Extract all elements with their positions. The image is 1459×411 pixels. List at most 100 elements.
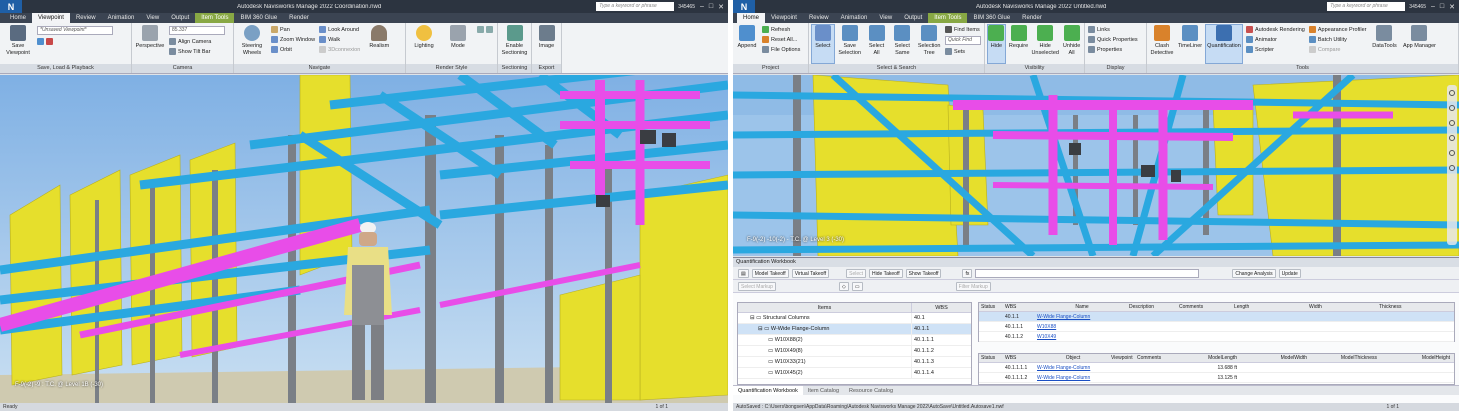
item-row[interactable]: 40.1.1.1 W10X88	[979, 322, 1454, 332]
properties-button[interactable]: Properties	[1088, 46, 1138, 53]
formula-input[interactable]	[975, 268, 1200, 278]
play-icon[interactable]	[37, 38, 44, 45]
autodesk-rendering-button[interactable]: Autodesk Rendering	[1246, 26, 1305, 33]
user-name[interactable]: 345465	[1409, 4, 1426, 10]
compare-button[interactable]: Compare	[1308, 46, 1367, 53]
walk-icon[interactable]	[1449, 165, 1455, 171]
quantification-button[interactable]: Quantification	[1205, 24, 1243, 64]
perspective-button[interactable]: Perspective	[135, 25, 165, 63]
unhide-all-button[interactable]: Unhide All	[1062, 25, 1081, 63]
tab-viewpoint[interactable]: Viewpoint	[32, 13, 70, 23]
close-icon[interactable]: ✕	[718, 3, 724, 11]
align-camera-button[interactable]: Align Camera	[169, 38, 225, 45]
navigation-bar[interactable]	[1447, 85, 1457, 245]
item-row[interactable]: 40.1.1.2 W10X49	[979, 332, 1454, 342]
markup-tool-icon[interactable]: ◇	[838, 281, 849, 291]
mode-button[interactable]: Mode	[443, 25, 473, 63]
animator-button[interactable]: Animator	[1246, 36, 1305, 43]
tab-home[interactable]: Home	[4, 13, 32, 23]
tab-item-catalog[interactable]: Item Catalog	[803, 386, 844, 395]
3d-viewport[interactable]: F-9(-2) -9 : T.C. @ Level 1B (-30)	[0, 75, 728, 403]
selection-tree-button[interactable]: Selection Tree	[917, 25, 941, 63]
hide-unselected-button[interactable]: Hide Unselected	[1031, 25, 1059, 63]
tab-home[interactable]: Home	[737, 13, 766, 23]
tab-item-tools[interactable]: Item Tools	[195, 13, 235, 23]
3d-viewport[interactable]: F-9(-2) -10(-2) - T.C. @ Level 3 (-30)	[733, 75, 1459, 256]
search-input[interactable]: Type a keyword or phrase	[1327, 2, 1406, 11]
tree-row[interactable]: ▭ W10X45(2) 40.1.1.4	[738, 368, 971, 379]
refresh-button[interactable]: Refresh	[762, 26, 800, 33]
tree-row[interactable]: ⊟ ▭ W-Wide Flange-Column 40.1.1	[738, 324, 971, 335]
render-style-icon[interactable]	[486, 26, 493, 33]
enable-sectioning-button[interactable]: Enable Sectioning	[501, 25, 528, 63]
quick-find-input[interactable]: Quick Find	[945, 36, 982, 45]
clash-detective-button[interactable]: Clash Detective	[1150, 25, 1174, 63]
tab-render[interactable]: Render	[283, 13, 315, 23]
steering-wheel-icon[interactable]	[1449, 90, 1455, 96]
select-same-button[interactable]: Select Same	[891, 25, 913, 63]
tab-output[interactable]: Output	[165, 13, 195, 23]
object-row[interactable]: 40.1.1.1.1 W-Wide Flange-Column 13.688 ft	[979, 363, 1454, 373]
tab-bim360[interactable]: BIM 360 Glue	[967, 13, 1016, 23]
quick-properties-button[interactable]: Quick Properties	[1088, 36, 1138, 43]
reset-all-button[interactable]: Reset All...	[762, 36, 800, 43]
app-logo-icon[interactable]: N	[733, 0, 755, 13]
pan-icon[interactable]	[1449, 105, 1455, 111]
links-button[interactable]: Links	[1088, 26, 1138, 33]
item-row[interactable]: 40.1.1 W-Wide Flange-Column	[979, 312, 1454, 322]
zoom-icon[interactable]	[1449, 120, 1455, 126]
tab-render[interactable]: Render	[1016, 13, 1048, 23]
formula-icon[interactable]: fx	[962, 268, 973, 278]
datatools-button[interactable]: DataTools	[1370, 25, 1398, 63]
timeliner-button[interactable]: TimeLiner	[1178, 25, 1202, 63]
update-button[interactable]: Update	[1278, 268, 1301, 278]
steering-wheels-button[interactable]: Steering Wheels	[237, 25, 267, 63]
minimize-icon[interactable]: –	[700, 3, 704, 11]
maximize-icon[interactable]: □	[709, 3, 713, 11]
close-icon[interactable]: ✕	[1449, 3, 1455, 11]
sets-dropdown[interactable]: Sets	[945, 48, 981, 55]
tree-row[interactable]: ▭ W10X33(21) 40.1.1.3	[738, 357, 971, 368]
realism-button[interactable]: Realism	[364, 25, 394, 63]
tab-view[interactable]: View	[140, 13, 165, 23]
markup-tool-icon[interactable]: ▭	[851, 281, 863, 291]
scripter-button[interactable]: Scripter	[1246, 46, 1305, 53]
record-icon[interactable]	[46, 38, 53, 45]
field-of-view-input[interactable]: 85.337	[169, 26, 225, 35]
viewpoint-input[interactable]: *Unsaved Viewpoint*	[37, 26, 113, 35]
change-analysis-button[interactable]: Change Analysis	[1232, 268, 1276, 278]
append-button[interactable]: Append	[736, 25, 758, 63]
tab-quantification-workbook[interactable]: Quantification Workbook	[733, 386, 803, 395]
batch-utility-button[interactable]: Batch Utility	[1308, 36, 1367, 43]
lighting-button[interactable]: Lighting	[409, 25, 439, 63]
find-items-button[interactable]: Find Items	[945, 26, 981, 33]
look-icon[interactable]	[1449, 150, 1455, 156]
tree-row[interactable]: ⊟ ▭ Structural Columns 40.1	[738, 313, 971, 324]
look-around-button[interactable]: Look Around	[319, 26, 360, 33]
tab-review[interactable]: Review	[70, 13, 102, 23]
tree-row[interactable]: ▭ W10X49(8) 40.1.1.2	[738, 346, 971, 357]
virtual-takeoff-button[interactable]: Virtual Takeoff	[791, 268, 830, 278]
tab-view[interactable]: View	[873, 13, 898, 23]
maximize-icon[interactable]: □	[1440, 3, 1444, 11]
file-options-button[interactable]: File Options	[762, 46, 800, 53]
tree-row[interactable]: ▭ W10X88(2) 40.1.1.1	[738, 335, 971, 346]
tab-review[interactable]: Review	[803, 13, 835, 23]
image-export-button[interactable]: Image	[535, 25, 558, 63]
hide-takeoff-button[interactable]: Hide Takeoff	[869, 268, 903, 278]
tab-output[interactable]: Output	[898, 13, 928, 23]
model-takeoff-button[interactable]: Model Takeoff	[751, 268, 789, 278]
appearance-profiler-button[interactable]: Appearance Profiler	[1308, 26, 1366, 33]
tab-resource-catalog[interactable]: Resource Catalog	[844, 386, 898, 395]
workbook-view-icon[interactable]: ▤	[738, 268, 749, 278]
select-button[interactable]: Select	[846, 268, 867, 278]
tab-bim360[interactable]: BIM 360 Glue	[234, 13, 283, 23]
tab-viewpoint[interactable]: Viewpoint	[765, 13, 803, 23]
app-logo-icon[interactable]: N	[0, 0, 22, 13]
search-input[interactable]: Type a keyword or phrase	[596, 2, 675, 11]
select-all-button[interactable]: Select All	[866, 25, 888, 63]
app-manager-button[interactable]: App Manager	[1402, 25, 1436, 63]
select-button[interactable]: Select	[811, 24, 835, 64]
tab-item-tools[interactable]: Item Tools	[928, 13, 968, 23]
select-markup-button[interactable]: Select Markup	[738, 281, 776, 291]
